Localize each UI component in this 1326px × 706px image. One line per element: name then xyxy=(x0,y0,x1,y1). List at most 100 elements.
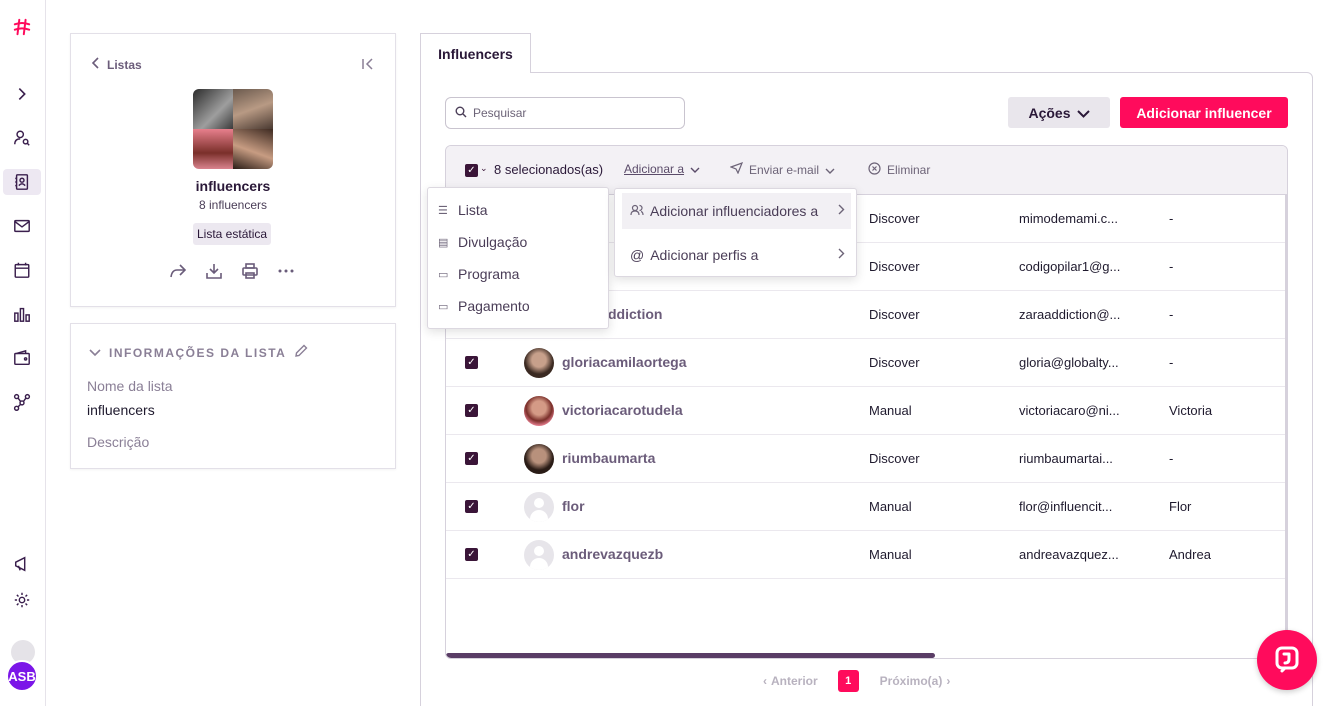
list-info-header[interactable]: INFORMAÇÕES DA LISTA xyxy=(89,344,308,361)
chevron-left-icon: ‹ xyxy=(763,674,767,688)
menu-item-add-profiles[interactable]: @ Adicionar perfis a xyxy=(622,237,851,273)
menu-item-label: Lista xyxy=(458,202,488,218)
users-icon xyxy=(630,203,644,219)
table-row[interactable]: ✓ victoriacarotudela Manual victoriacaro… xyxy=(446,387,1287,435)
influencer-avatar xyxy=(524,396,554,426)
previous-page-button[interactable]: ‹ Anterior xyxy=(763,674,818,688)
influencer-name: - xyxy=(1169,307,1174,322)
influencer-email: codigopilar1@g... xyxy=(1019,259,1121,274)
search-input[interactable] xyxy=(473,106,673,120)
actions-dropdown-button[interactable]: Ações xyxy=(1008,97,1110,128)
print-icon[interactable] xyxy=(241,262,259,280)
influencer-origin: Discover xyxy=(869,259,920,274)
bar-chart-icon[interactable] xyxy=(11,303,33,325)
influencer-origin: Discover xyxy=(869,307,920,322)
search-box[interactable] xyxy=(445,97,685,129)
settings-icon[interactable] xyxy=(11,589,33,611)
ticket-icon: ▭ xyxy=(438,268,449,281)
table-row[interactable]: ✓ andrevazquezb Manual andreavazquez... … xyxy=(446,531,1287,579)
send-email-label: Enviar e-mail xyxy=(749,162,820,177)
delete-button[interactable]: Eliminar xyxy=(868,162,930,178)
influencer-email: andreavazquez... xyxy=(1019,547,1119,562)
influencer-email: zaraaddiction@... xyxy=(1019,307,1121,322)
tab-influencers[interactable]: Influencers xyxy=(420,33,531,73)
influencer-origin: Manual xyxy=(869,499,912,514)
add-influencer-button[interactable]: Adicionar influencer xyxy=(1120,97,1288,128)
at-icon: @ xyxy=(630,247,645,263)
menu-item-label: Divulgação xyxy=(458,234,528,250)
influencer-handle[interactable]: victoriacarotudela xyxy=(562,402,683,418)
menu-item-pagamento[interactable]: ▭ Pagamento xyxy=(438,295,530,317)
table-row[interactable]: ✓ gloriacamilaortega Discover gloria@glo… xyxy=(446,339,1287,387)
row-checkbox[interactable]: ✓ xyxy=(465,452,478,465)
expand-chevron-icon[interactable] xyxy=(11,83,33,105)
select-menu-caret-icon[interactable]: ⌄ xyxy=(480,163,488,174)
wallet-icon[interactable] xyxy=(11,347,33,369)
horizontal-scrollbar[interactable] xyxy=(446,653,935,658)
collapse-panel-icon[interactable] xyxy=(361,57,375,74)
help-chat-button[interactable] xyxy=(1257,630,1317,690)
campaign-icon: ▤ xyxy=(438,236,449,249)
selected-count: 8 selecionados(as) xyxy=(494,162,604,177)
workflow-icon[interactable] xyxy=(11,391,33,413)
influencer-email: mimodemami.c... xyxy=(1019,211,1118,226)
thumbnail-image xyxy=(193,89,233,129)
list-actions xyxy=(169,262,295,280)
menu-item-lista[interactable]: ☰ Lista xyxy=(438,199,488,221)
mail-icon[interactable] xyxy=(11,215,33,237)
list-name: influencers xyxy=(195,178,271,194)
influencer-origin: Discover xyxy=(869,355,920,370)
list-icon: ☰ xyxy=(438,204,448,217)
influencer-name: Andrea xyxy=(1169,547,1211,562)
contacts-book-icon[interactable] xyxy=(3,169,41,195)
influencer-handle[interactable]: riumbaumarta xyxy=(562,450,655,466)
send-icon xyxy=(729,161,744,177)
influencer-name: Victoria xyxy=(1169,403,1213,418)
edit-pencil-icon[interactable] xyxy=(294,344,308,361)
list-count: 8 influencers xyxy=(198,198,268,212)
influencer-avatar xyxy=(524,444,554,474)
chevron-down-icon xyxy=(89,346,101,360)
add-to-label: Adicionar a xyxy=(624,162,685,176)
select-all-checkbox[interactable]: ✓ xyxy=(465,164,478,177)
pagination: ‹ Anterior 1 Próximo(a) › xyxy=(763,670,950,692)
share-icon[interactable] xyxy=(169,262,187,280)
influencer-email: victoriacaro@ni... xyxy=(1019,403,1120,418)
menu-item-divulgacao[interactable]: ▤ Divulgação xyxy=(438,231,527,253)
table-row[interactable]: ✓ riumbaumarta Discover riumbaumartai...… xyxy=(446,435,1287,483)
influencer-origin: Discover xyxy=(869,211,920,226)
row-checkbox[interactable]: ✓ xyxy=(465,548,478,561)
add-to-dropdown[interactable]: Adicionar a xyxy=(624,162,700,176)
menu-item-programa[interactable]: ▭ Programa xyxy=(438,263,519,285)
influencer-handle[interactable]: ddiction xyxy=(608,306,662,322)
row-checkbox[interactable]: ✓ xyxy=(465,356,478,369)
influencer-handle[interactable]: andrevazquezb xyxy=(562,546,663,562)
more-options-icon[interactable] xyxy=(277,262,295,280)
next-page-button[interactable]: Próximo(a) › xyxy=(880,674,951,688)
download-icon[interactable] xyxy=(205,262,223,280)
calendar-icon[interactable] xyxy=(11,259,33,281)
menu-item-label: Adicionar perfis a xyxy=(650,247,759,263)
current-page-button[interactable]: 1 xyxy=(837,670,859,692)
chevron-right-icon xyxy=(838,248,845,262)
logo-hash-icon[interactable] xyxy=(11,16,33,38)
app-root: ASB Listas influencers 8 influencers Lis… xyxy=(0,0,1326,706)
row-checkbox[interactable]: ✓ xyxy=(465,500,478,513)
list-info-title: INFORMAÇÕES DA LISTA xyxy=(109,345,287,360)
table-row[interactable]: ✓ flor Manual flor@influencit... Flor xyxy=(446,483,1287,531)
user-avatar[interactable]: ASB xyxy=(6,660,38,692)
add-to-type-menu: ☰ Lista ▤ Divulgação ▭ Programa ▭ Pagame… xyxy=(427,187,609,329)
send-email-dropdown[interactable]: Enviar e-mail xyxy=(729,161,835,177)
menu-item-label: Pagamento xyxy=(458,298,530,314)
vertical-scrollbar[interactable] xyxy=(1285,195,1287,655)
row-checkbox[interactable]: ✓ xyxy=(465,404,478,417)
back-to-lists-link[interactable]: Listas xyxy=(91,57,142,72)
user-search-icon[interactable] xyxy=(11,127,33,149)
megaphone-icon[interactable] xyxy=(11,553,33,575)
next-label: Próximo(a) xyxy=(879,674,943,688)
delete-label: Eliminar xyxy=(887,163,931,177)
influencer-handle[interactable]: flor xyxy=(562,498,585,514)
menu-item-add-influencers[interactable]: Adicionar influenciadores a xyxy=(622,193,851,229)
back-label: Listas xyxy=(107,57,142,72)
influencer-handle[interactable]: gloriacamilaortega xyxy=(562,354,687,370)
